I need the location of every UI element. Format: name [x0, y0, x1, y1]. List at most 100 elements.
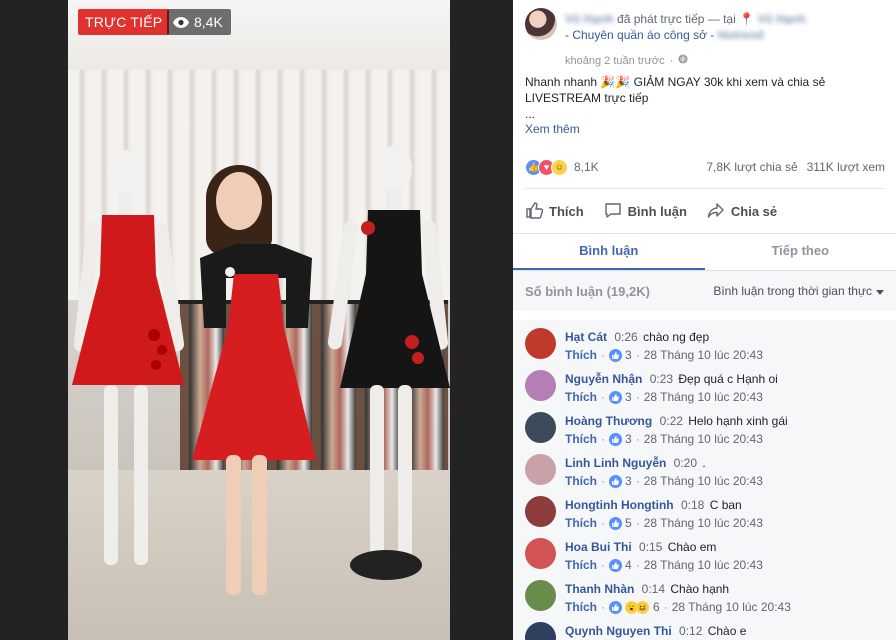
comment-video-time[interactable]: 0:12 [679, 624, 702, 638]
commenter-name[interactable]: Hoàng Thương [565, 414, 652, 428]
comment-video-time[interactable]: 0:14 [642, 582, 665, 596]
place-brand[interactable]: Hotrend [718, 28, 764, 42]
comment-message: Helo hạnh xinh gái [688, 414, 788, 428]
comment-like-button[interactable]: Thích [565, 600, 597, 614]
commenter-avatar[interactable] [525, 412, 556, 443]
comment-meta: Thích · 3 · 28 Tháng 10 lúc 20:43 [565, 432, 763, 446]
comment-like-button[interactable]: Thích [565, 516, 597, 530]
dot-separator: · [601, 558, 605, 572]
viewer-count: 8,4K [194, 14, 223, 30]
live-video-viewer: TRỰC TIẾP 8,4K Vũ Hạnh đã phát trực tiếp… [0, 0, 896, 640]
comment-video-time[interactable]: 0:22 [660, 414, 683, 428]
commenter-avatar[interactable] [525, 496, 556, 527]
dot-separator: · [601, 600, 605, 614]
comment-like-count[interactable]: 6 [653, 600, 660, 614]
comment-like-count[interactable]: 3 [625, 390, 632, 404]
share-count[interactable]: 7,8K lượt chia sẻ [706, 160, 797, 174]
comment-like-button[interactable]: Thích [565, 348, 597, 362]
comment-like-count[interactable]: 4 [625, 558, 632, 572]
comment-text-line: Nguyễn Nhận 0:23 Đẹp quá c Hạnh oi [565, 372, 778, 386]
comment-text-line: Thanh Nhàn 0:14 Chào hạnh [565, 582, 729, 596]
commenter-name[interactable]: Hạt Cát [565, 330, 607, 344]
place-name[interactable]: Vũ Hạnh [757, 12, 806, 26]
place-detail[interactable]: - Chuyên quần áo công sở - [565, 28, 714, 42]
post-actions: Thích Bình luận Chia sẻ [525, 198, 885, 224]
comment-video-time[interactable]: 0:15 [639, 540, 662, 554]
speech-bubble-icon [604, 201, 622, 222]
share-button[interactable]: Chia sẻ [707, 201, 777, 222]
comment-like-button[interactable]: Thích [565, 474, 597, 488]
comment-text-line: Quynh Nguyen Thi 0:12 Chào e [565, 624, 746, 638]
video-frame[interactable] [68, 0, 450, 640]
commenter-avatar[interactable] [525, 328, 556, 359]
comment-button[interactable]: Bình luận [604, 201, 687, 222]
commenter-avatar[interactable] [525, 622, 556, 640]
comment-message: chào ng đẹp [643, 330, 710, 344]
side-tabs: Bình luận Tiếp theo [513, 233, 896, 271]
tab-comments[interactable]: Bình luận [513, 234, 705, 271]
comment-like-count[interactable]: 3 [625, 348, 632, 362]
commenter-name[interactable]: Thanh Nhàn [565, 582, 634, 596]
comment-video-time[interactable]: 0:18 [681, 498, 704, 512]
post-time[interactable]: khoảng 2 tuần trước [565, 55, 665, 67]
share-arrow-icon [707, 201, 725, 222]
comment-date[interactable]: 28 Tháng 10 lúc 20:43 [644, 348, 763, 362]
dot-separator: · [601, 474, 605, 488]
comment-text-line: Linh Linh Nguyễn 0:20 . [565, 456, 706, 470]
comment-video-time[interactable]: 0:26 [614, 330, 637, 344]
commenter-avatar[interactable] [525, 580, 556, 611]
like-button[interactable]: Thích [525, 201, 584, 222]
reactions-bar[interactable]: 👍 ♥ ☺ 8,1K 7,8K lượt chia sẻ 311K lượt x… [525, 158, 885, 176]
like-reaction-icon [609, 348, 622, 362]
commenter-avatar[interactable] [525, 370, 556, 401]
commenter-name[interactable]: Hoa Bui Thi [565, 540, 632, 554]
reaction-count[interactable]: 8,1K [574, 160, 599, 174]
viewer-count-badge: 8,4K [167, 9, 231, 35]
like-reaction-icon [609, 516, 622, 530]
comment-video-time[interactable]: 0:20 [674, 456, 697, 470]
comment-message: Chào hạnh [670, 582, 730, 596]
like-reaction-icon [609, 558, 622, 572]
comment-like-count[interactable]: 3 [625, 432, 632, 446]
comment-item: Nguyễn Nhận 0:23 Đẹp quá c Hạnh oi Thích… [525, 362, 885, 404]
comment-video-time[interactable]: 0:23 [650, 372, 673, 386]
like-label: Thích [549, 203, 584, 219]
haha-reaction-icon: 😆 [636, 600, 649, 614]
post-attribution: Vũ Hạnh đã phát trực tiếp — tại 📍 Vũ Hạn… [565, 11, 895, 43]
commenter-name[interactable]: Nguyễn Nhận [565, 372, 642, 386]
comment-item: Quynh Nguyen Thi 0:12 Chào e [525, 614, 885, 640]
post-body-line-1: Nhanh nhanh 🎉🎉 GIẢM NGAY 30k khi xem và … [525, 75, 826, 89]
comment-like-count[interactable]: 3 [625, 474, 632, 488]
thumbs-up-icon [525, 201, 544, 222]
comment-like-button[interactable]: Thích [565, 390, 597, 404]
divider [525, 188, 885, 189]
tab-up-next[interactable]: Tiếp theo [705, 234, 896, 271]
comment-text-line: Hạt Cát 0:26 chào ng đẹp [565, 330, 709, 344]
comment-like-button[interactable]: Thích [565, 432, 597, 446]
comment-date[interactable]: 28 Tháng 10 lúc 20:43 [644, 474, 763, 488]
comment-like-button[interactable]: Thích [565, 558, 597, 572]
comment-meta: Thích · 3 · 28 Tháng 10 lúc 20:43 [565, 348, 763, 362]
comment-date[interactable]: 28 Tháng 10 lúc 20:43 [644, 390, 763, 404]
comment-message: Chào e [707, 624, 747, 638]
commenter-name[interactable]: Hongtinh Hongtinh [565, 498, 674, 512]
comment-date[interactable]: 28 Tháng 10 lúc 20:43 [644, 558, 763, 572]
comments-count: Số bình luận (19,2K) [525, 283, 650, 299]
commenter-avatar[interactable] [525, 454, 556, 485]
author-name[interactable]: Vũ Hạnh [565, 12, 614, 26]
author-avatar[interactable] [525, 8, 557, 40]
comment-item: Hongtinh Hongtinh 0:18 C ban Thích · 5 ·… [525, 488, 885, 530]
comment-like-count[interactable]: 5 [625, 516, 632, 530]
post-body-line-3: ... [525, 107, 536, 121]
comment-date[interactable]: 28 Tháng 10 lúc 20:43 [672, 600, 791, 614]
see-more-link[interactable]: Xem thêm [525, 122, 580, 136]
video-player[interactable]: TRỰC TIẾP 8,4K [0, 0, 513, 640]
commenter-name[interactable]: Quynh Nguyen Thi [565, 624, 672, 638]
comment-item: Hoàng Thương 0:22 Helo hạnh xinh gái Thí… [525, 404, 885, 446]
comment-date[interactable]: 28 Tháng 10 lúc 20:43 [644, 516, 763, 530]
comment-sort-dropdown[interactable]: Bình luận trong thời gian thực [713, 284, 884, 298]
commenter-name[interactable]: Linh Linh Nguyễn [565, 456, 666, 470]
commenter-avatar[interactable] [525, 538, 556, 569]
dot-separator: · [601, 390, 605, 404]
comment-date[interactable]: 28 Tháng 10 lúc 20:43 [644, 432, 763, 446]
